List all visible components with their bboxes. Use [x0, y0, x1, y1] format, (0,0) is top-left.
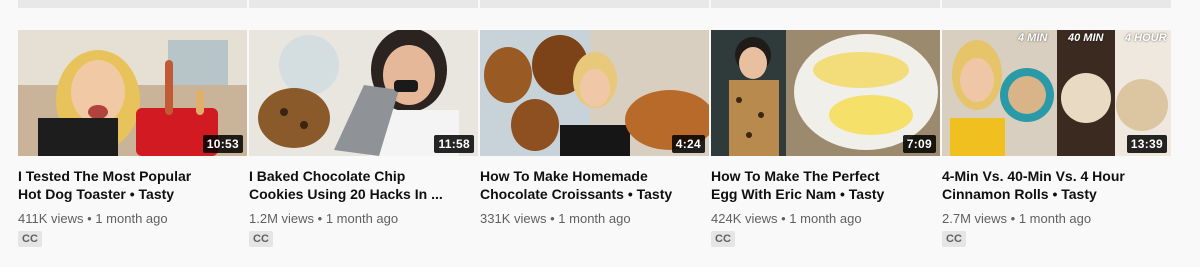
upload-age: 1 month ago [789, 211, 862, 226]
video-metadata: 411K views • 1 month ago [18, 211, 168, 226]
video-card[interactable]: 4:24 How To Make Homemade Chocolate Croi… [480, 30, 709, 227]
video-thumbnail[interactable]: 4 MIN 40 MIN 4 HOUR 13:39 [942, 30, 1171, 156]
video-card[interactable]: 7:09 How To Make The Perfect Egg With Er… [711, 30, 940, 247]
video-thumbnail[interactable]: 4:24 [480, 30, 709, 156]
video-title[interactable]: How To Make The Perfect Egg With Eric Na… [711, 167, 940, 203]
video-thumbnail[interactable]: 11:58 [249, 30, 478, 156]
video-card[interactable]: 4 MIN 40 MIN 4 HOUR 13:39 4-Min Vs. 40-M… [942, 30, 1171, 247]
video-thumbnail[interactable]: 7:09 [711, 30, 940, 156]
video-duration: 11:58 [434, 135, 474, 153]
upload-age: 1 month ago [95, 211, 168, 226]
view-count: 424K views [711, 211, 778, 226]
cc-badge: CC [249, 231, 273, 247]
cc-badge: CC [711, 231, 735, 247]
video-duration: 13:39 [1126, 135, 1167, 153]
video-card[interactable]: 11:58 I Baked Chocolate Chip Cookies Usi… [249, 30, 478, 247]
thumbnail-label: 40 MIN [1068, 32, 1104, 44]
video-duration: 4:24 [671, 135, 705, 153]
view-count: 1.2M views [249, 211, 315, 226]
view-count: 331K views [480, 211, 547, 226]
thumbnail-label: 4 HOUR [1125, 32, 1167, 44]
upload-age: 1 month ago [558, 211, 631, 226]
video-metadata: 331K views • 1 month ago [480, 211, 631, 226]
video-duration: 10:53 [202, 135, 243, 153]
video-metadata: 424K views • 1 month ago [711, 211, 862, 226]
view-count: 2.7M views [942, 211, 1008, 226]
video-metadata: 2.7M views • 1 month ago [942, 211, 1092, 226]
previous-row-edge [0, 0, 1200, 12]
upload-age: 1 month ago [325, 211, 399, 226]
cc-badge: CC [942, 231, 966, 247]
cc-badge: CC [18, 231, 42, 247]
video-metadata: 1.2M views • 1 month ago [249, 211, 399, 226]
view-count: 411K views [18, 211, 84, 226]
video-title[interactable]: How To Make Homemade Chocolate Croissant… [480, 167, 709, 203]
video-thumbnail[interactable]: 10:53 [18, 30, 247, 156]
upload-age: 1 month ago [1018, 211, 1092, 226]
video-title[interactable]: 4-Min Vs. 40-Min Vs. 4 Hour Cinnamon Rol… [942, 167, 1171, 203]
video-shelf: 10:53 I Tested The Most Popular Hot Dog … [0, 0, 1200, 267]
thumbnail-label: 4 MIN [1018, 32, 1048, 44]
video-duration: 7:09 [902, 135, 936, 153]
video-card[interactable]: 10:53 I Tested The Most Popular Hot Dog … [18, 30, 247, 247]
video-title[interactable]: I Baked Chocolate Chip Cookies Using 20 … [249, 167, 478, 203]
video-title[interactable]: I Tested The Most Popular Hot Dog Toaste… [18, 167, 247, 203]
